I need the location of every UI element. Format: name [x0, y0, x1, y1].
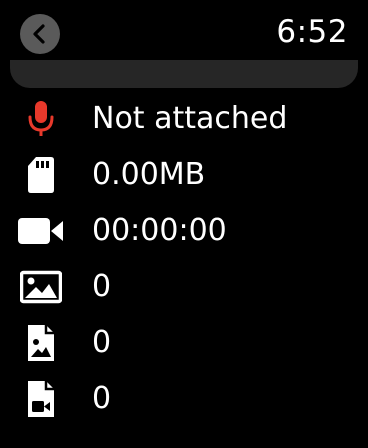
- image-files-count: 0: [92, 325, 112, 360]
- microphone-icon: [10, 99, 72, 139]
- storage-used: 0.00MB: [92, 157, 206, 192]
- chevron-left-icon: [33, 24, 45, 44]
- clock-time: 6:52: [276, 14, 348, 50]
- stat-row-image-files: 0: [0, 323, 368, 363]
- sd-card-icon: [10, 155, 72, 195]
- stat-row-microphone: Not attached: [0, 99, 368, 139]
- stat-row-images: 0: [0, 267, 368, 307]
- microphone-status: Not attached: [92, 101, 288, 136]
- stat-row-storage: 0.00MB: [0, 155, 368, 195]
- image-file-icon: [10, 323, 72, 363]
- image-icon: [10, 267, 72, 307]
- back-button[interactable]: [20, 14, 60, 54]
- video-files-count: 0: [92, 381, 112, 416]
- stat-row-video-files: 0: [0, 379, 368, 419]
- video-camera-icon: [10, 211, 72, 251]
- video-duration: 00:00:00: [92, 213, 227, 248]
- images-count: 0: [92, 269, 112, 304]
- stat-row-video-duration: 00:00:00: [0, 211, 368, 251]
- top-panel: [10, 60, 358, 88]
- video-file-icon: [10, 379, 72, 419]
